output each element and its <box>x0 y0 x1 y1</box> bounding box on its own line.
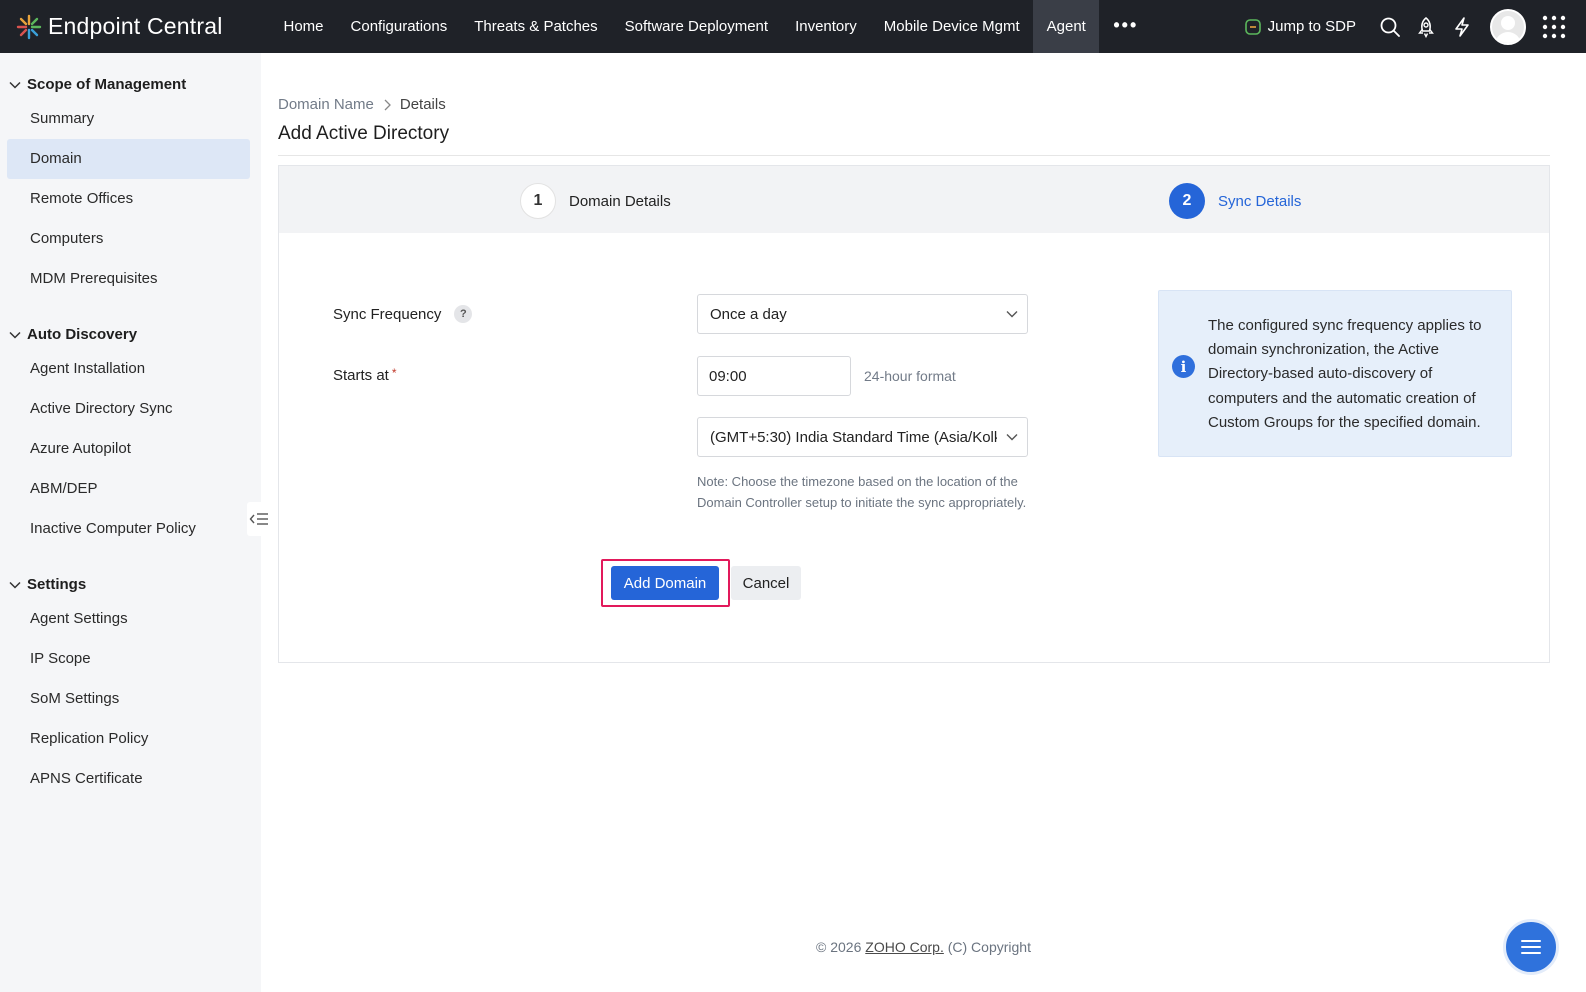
starts-at-label: Starts at * <box>333 365 397 385</box>
lightning-icon[interactable] <box>1450 15 1474 39</box>
starts-at-label-text: Starts at <box>333 367 389 384</box>
sync-frequency-label-text: Sync Frequency <box>333 305 442 323</box>
step-label: Domain Details <box>569 192 671 210</box>
footer-zoho-link[interactable]: ZOHO Corp. <box>865 939 944 955</box>
timezone-select[interactable]: (GMT+5:30) India Standard Time (Asia/Kol… <box>697 417 1028 457</box>
sidebar-item-remote-offices[interactable]: Remote Offices <box>7 179 250 219</box>
apps-grid-icon[interactable] <box>1542 15 1566 39</box>
sidebar-item-abm-dep[interactable]: ABM/DEP <box>7 469 250 509</box>
step-sync-details[interactable]: 2 Sync Details <box>1169 183 1301 219</box>
info-text: The configured sync frequency applies to… <box>1208 317 1482 431</box>
collapse-menu-icon <box>249 513 268 525</box>
starts-at-input[interactable] <box>697 356 851 396</box>
sidebar-section-label: Scope of Management <box>27 76 187 93</box>
sdp-icon <box>1244 18 1261 35</box>
sidebar-item-computers[interactable]: Computers <box>7 219 250 259</box>
title-divider <box>278 155 1550 156</box>
nav-threats-patches[interactable]: Threats & Patches <box>461 0 611 53</box>
sidebar-item-som-settings[interactable]: SoM Settings <box>7 679 250 719</box>
user-avatar[interactable] <box>1490 8 1526 45</box>
sidebar-item-azure-autopilot[interactable]: Azure Autopilot <box>7 429 250 469</box>
jump-to-sdp-link[interactable]: Jump to SDP <box>1244 18 1356 36</box>
sidebar-section-label: Auto Discovery <box>27 326 138 343</box>
sidebar-section-scope-of-management[interactable]: Scope of Management <box>8 76 186 93</box>
rocket-icon[interactable] <box>1414 15 1438 39</box>
nav-mobile-device-mgmt[interactable]: Mobile Device Mgmt <box>870 0 1033 53</box>
endpoint-central-logo-icon <box>16 14 42 39</box>
sidebar-item-mdm-prerequisites[interactable]: MDM Prerequisites <box>7 259 250 299</box>
timezone-value: (GMT+5:30) India Standard Time (Asia/Kol… <box>710 428 997 446</box>
sidebar-item-inactive-computer-policy[interactable]: Inactive Computer Policy <box>7 509 250 549</box>
top-right-tools: Jump to SDP <box>1244 0 1586 53</box>
jump-to-sdp-label: Jump to SDP <box>1267 18 1356 35</box>
sidebar-item-agent-settings[interactable]: Agent Settings <box>7 599 250 639</box>
sidebar-item-ip-scope[interactable]: IP Scope <box>7 639 250 679</box>
step-number: 1 <box>520 183 556 219</box>
sidebar: Scope of Management Summary Domain Remot… <box>0 53 261 992</box>
add-domain-button[interactable]: Add Domain <box>611 566 719 600</box>
app-title: Endpoint Central <box>48 13 223 39</box>
step-domain-details[interactable]: 1 Domain Details <box>520 183 671 219</box>
nav-software-deployment[interactable]: Software Deployment <box>611 0 781 53</box>
footer: © 2026 ZOHO Corp. (C) Copyright <box>0 939 1586 955</box>
step-number: 2 <box>1169 183 1205 219</box>
chevron-down-icon <box>9 331 21 339</box>
sidebar-item-apns-certificate[interactable]: APNS Certificate <box>7 759 250 799</box>
sync-frequency-value: Once a day <box>710 305 787 323</box>
required-mark: * <box>391 365 397 380</box>
chevron-down-icon <box>997 418 1027 456</box>
breadcrumb-domain-name-link[interactable]: Domain Name <box>278 96 374 113</box>
help-icon[interactable]: ? <box>454 305 473 323</box>
nav-home[interactable]: Home <box>270 0 337 53</box>
sidebar-item-domain[interactable]: Domain <box>7 139 250 179</box>
sync-frequency-label: Sync Frequency ? <box>333 305 473 323</box>
sidebar-item-replication-policy[interactable]: Replication Policy <box>7 719 250 759</box>
nav-configurations[interactable]: Configurations <box>337 0 461 53</box>
cancel-button[interactable]: Cancel <box>731 566 801 600</box>
sync-info-box: i The configured sync frequency applies … <box>1158 290 1512 457</box>
page-title: Add Active Directory <box>278 123 450 144</box>
sidebar-section-auto-discovery[interactable]: Auto Discovery <box>8 326 137 343</box>
time-format-hint: 24-hour format <box>864 368 956 384</box>
search-icon[interactable] <box>1378 15 1402 39</box>
info-icon: i <box>1172 355 1195 378</box>
chevron-down-icon <box>9 81 21 89</box>
sidebar-item-active-directory-sync[interactable]: Active Directory Sync <box>7 389 250 429</box>
top-navigation-bar: Endpoint Central Home Configurations Thr… <box>0 0 1586 53</box>
sync-frequency-select[interactable]: Once a day <box>697 294 1028 334</box>
hamburger-menu-icon <box>1521 940 1541 954</box>
sidebar-section-label: Settings <box>27 576 87 593</box>
chevron-right-icon <box>384 99 391 110</box>
nav-agent[interactable]: Agent <box>1033 0 1100 53</box>
chevron-down-icon <box>9 581 21 589</box>
wizard-steps: 1 Domain Details 2 Sync Details <box>279 166 1549 233</box>
step-label: Sync Details <box>1218 192 1302 210</box>
chevron-down-icon <box>997 295 1027 333</box>
timezone-note: Note: Choose the timezone based on the l… <box>697 474 1027 510</box>
footer-copyright: (C) Copyright <box>947 939 1031 955</box>
footer-year: © 2026 <box>816 939 862 955</box>
nav-inventory[interactable]: Inventory <box>782 0 871 53</box>
collapse-sidebar-button[interactable] <box>247 502 271 536</box>
breadcrumb: Domain Name Details <box>278 96 446 113</box>
sidebar-item-agent-installation[interactable]: Agent Installation <box>7 349 250 389</box>
floating-menu-button[interactable] <box>1503 919 1559 975</box>
sidebar-item-summary[interactable]: Summary <box>7 99 250 139</box>
brand[interactable]: Endpoint Central <box>0 0 270 53</box>
breadcrumb-current: Details <box>399 96 446 113</box>
nav-more-button[interactable]: ••• <box>1099 0 1152 53</box>
main-nav: Home Configurations Threats & Patches So… <box>270 0 1152 53</box>
sidebar-section-settings[interactable]: Settings <box>8 576 86 593</box>
